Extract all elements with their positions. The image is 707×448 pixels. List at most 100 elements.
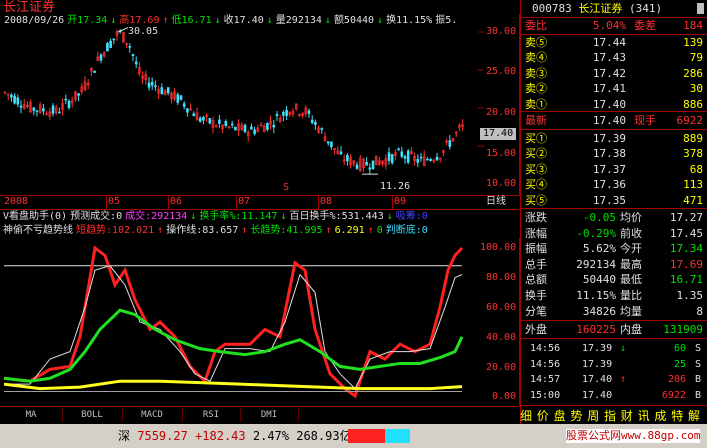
- asks-row-4[interactable]: 卖② 17.41 30: [522, 81, 707, 96]
- asks-row-1[interactable]: 卖⑤ 17.44 139: [522, 35, 707, 50]
- stat-v2: 1.35: [676, 289, 704, 302]
- quote-tab-10[interactable]: 解: [688, 408, 700, 424]
- stat-l2: 均量: [620, 304, 642, 318]
- bids-row-3[interactable]: 买③ 17.37 68: [522, 162, 707, 177]
- indicator-chart-area[interactable]: [0, 238, 520, 406]
- bids-label: 买④: [525, 178, 547, 192]
- quote-tab-8[interactable]: 成: [654, 408, 666, 424]
- info-seg-1: 短趋势:102.021: [76, 225, 155, 236]
- asks-volume: 886: [683, 97, 703, 111]
- asks-volume: 30: [689, 82, 703, 96]
- tick-row-1: 14:56 17.39 ↓ 60 S: [522, 342, 707, 355]
- stat-l2: 最低: [620, 273, 642, 287]
- price-axis-3: 15.00: [486, 148, 517, 159]
- quote-tab-2[interactable]: 盘: [554, 408, 566, 424]
- quote-tab-3[interactable]: 势: [570, 408, 582, 424]
- tab-rsi[interactable]: RSI: [182, 408, 241, 422]
- quote-tab-9[interactable]: 特: [671, 408, 683, 424]
- stat-v2: 17.45: [669, 226, 703, 240]
- asks-price: 17.43: [592, 51, 626, 65]
- info-seg-7: ↓: [386, 211, 393, 222]
- bids-volume: 378: [683, 147, 703, 161]
- stat-v2: 8: [696, 304, 703, 318]
- tick-vol: 60: [673, 343, 686, 354]
- asks-price: 17.44: [592, 36, 626, 49]
- info-seg-5: ↓: [280, 211, 287, 222]
- stat-row-2: 涨幅 -0.29% 前收 17.45: [522, 226, 707, 241]
- info-seg-0: 神偷不亏趋势线: [3, 225, 73, 236]
- tick-side: S: [694, 343, 701, 354]
- asks-label: 卖⑤: [525, 36, 547, 49]
- window-title: 长江证券: [3, 0, 56, 15]
- asks-label: 卖④: [525, 51, 547, 65]
- menu-icon[interactable]: [697, 3, 704, 14]
- stat-v2: 17.27: [669, 211, 703, 224]
- asks-row-5[interactable]: 卖① 17.40 886: [522, 97, 707, 112]
- stat-v2: 17.34: [669, 242, 703, 256]
- stat-v1: -0.29%: [576, 226, 616, 240]
- tick-row-3: 14:57 17.40 ↑ 206 B: [522, 373, 707, 386]
- price-axis-0: 30.00: [486, 26, 517, 37]
- period-label[interactable]: 日线: [486, 196, 506, 208]
- sell-signal-mark: S: [283, 182, 290, 193]
- info-seg-7: 6.291: [334, 225, 365, 236]
- stat-l1: 分笔: [525, 304, 547, 318]
- date-label-07: 07: [238, 196, 251, 207]
- bids-price: 17.36: [592, 178, 626, 192]
- stat-l2: 前收: [620, 226, 642, 240]
- asks-price: 17.40: [592, 97, 626, 111]
- ind-axis-5: 0.00: [492, 391, 517, 402]
- bids-row-4[interactable]: 买④ 17.36 113: [522, 177, 707, 192]
- asks-volume: 286: [683, 66, 703, 80]
- low-price-label: 11.26: [380, 181, 411, 192]
- tab-boll[interactable]: BOLL: [62, 408, 123, 422]
- ind-axis-1: 80.00: [486, 272, 517, 283]
- quote-tab-4[interactable]: 周: [587, 408, 599, 424]
- stat-l1: 涨跌: [525, 211, 547, 224]
- asks-row-3[interactable]: 卖③ 17.42 286: [522, 66, 707, 81]
- stat-l2: 今开: [620, 242, 642, 256]
- bids-price: 17.39: [592, 132, 626, 145]
- market-strength-bar: [348, 429, 410, 443]
- tick-vol: 6922: [661, 389, 686, 401]
- date-label-06: 06: [170, 196, 183, 207]
- info-seg-9: 0: [376, 225, 383, 236]
- stat-l2: 最高: [620, 257, 642, 271]
- asks-volume: 79: [689, 51, 703, 65]
- high-price-label: 30.05: [128, 26, 159, 37]
- quote-tab-5[interactable]: 指: [604, 408, 616, 424]
- quote-tab-1[interactable]: 价: [537, 408, 549, 424]
- bids-price: 17.35: [592, 193, 626, 207]
- bids-row-5[interactable]: 买⑤ 17.35 471: [522, 193, 707, 208]
- asks-row-2[interactable]: 卖④ 17.43 79: [522, 50, 707, 65]
- tick-side: B: [694, 389, 701, 401]
- tick-time: 14:56: [530, 358, 561, 370]
- indicator-header-2: 神偷不亏趋势线 短趋势:102.021 ↑ 操作线:83.657 ↑ 长趋势:41.995…: [3, 225, 431, 237]
- tab-ma[interactable]: MA: [0, 408, 63, 422]
- info-seg-3: 操作线:83.657: [166, 225, 239, 236]
- tab-dmi[interactable]: DMI: [240, 408, 299, 422]
- bids-row-1[interactable]: 买① 17.39 889: [522, 131, 707, 146]
- info-seg-6: 百日换手%:531.443: [289, 211, 384, 222]
- asks-label: 卖①: [525, 97, 547, 111]
- tick-price: 17.40: [582, 389, 613, 401]
- price-chart-area[interactable]: [0, 14, 520, 196]
- quote-tab-0[interactable]: 细: [520, 408, 532, 424]
- index-ticker[interactable]: 深 7559.27 +182.43 2.47% 268.93亿: [118, 429, 352, 443]
- quote-bottom-tabs: 细价盘势周指财讯成特解: [520, 408, 707, 424]
- stat-v1: 34826: [582, 304, 616, 318]
- stat-v1: 50440: [582, 273, 616, 287]
- tick-time: 14:56: [530, 343, 561, 354]
- tick-arrow: ↑: [620, 374, 627, 385]
- quote-tab-6[interactable]: 财: [621, 408, 633, 424]
- quote-tab-7[interactable]: 讯: [638, 408, 650, 424]
- stat-v2: 16.71: [669, 273, 703, 287]
- price-axis-4: 10.00: [486, 178, 517, 189]
- stat-l1: 总手: [525, 257, 547, 271]
- stat-l2: 量比: [620, 289, 642, 302]
- tab-macd[interactable]: MACD: [122, 408, 183, 422]
- tick-time: 14:57: [530, 374, 561, 385]
- bids-price: 17.38: [592, 147, 626, 161]
- stat-l1: 振幅: [525, 242, 547, 256]
- bids-row-2[interactable]: 买② 17.38 378: [522, 146, 707, 161]
